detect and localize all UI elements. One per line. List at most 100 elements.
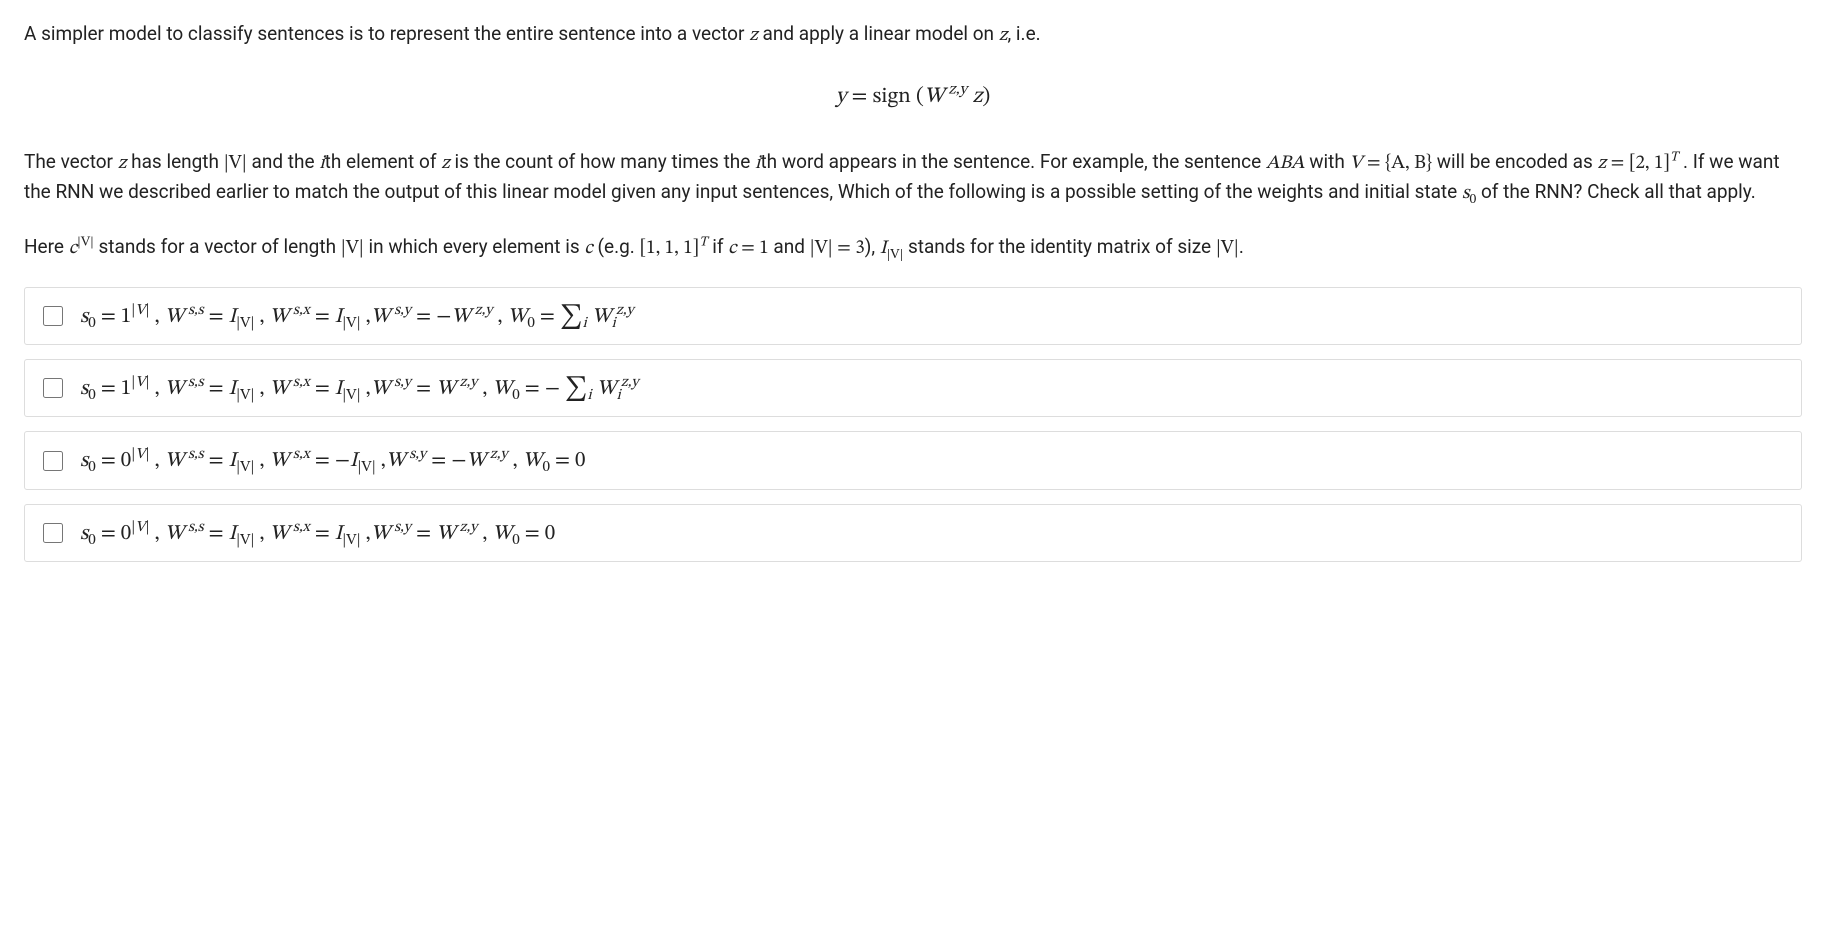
text: The vector [24,150,118,173]
choice-4-expression: s0 = 0|V| , W s,s = I|V| , W s,x = I|V| … [80,515,555,551]
description-paragraph: The vector z has length |V| and the ith … [24,148,1802,209]
eq-close: ) [982,86,990,108]
text: stands for a vector of length [94,235,341,258]
choice-2-expression: s0 = 1|V| , W s,s = I|V| , W s,x = I|V| … [80,370,639,406]
choice-1-expression: s0 = 1|V| , W s,s = I|V| , W s,x = I|V| … [80,298,634,334]
sum-icon: ∑ [565,377,588,401]
Wsy-sup: z,y [471,302,492,318]
var-c: c [728,239,736,258]
sup-absV: |V| [77,236,94,249]
var-I: I [880,239,887,258]
text: th word appears in the sentence. For exa… [760,150,1265,173]
intro-text: and apply a linear model on [758,22,999,45]
Wss: I [229,306,237,327]
Wsx-sub: |V| [342,387,360,403]
Wss-sub: |V| [236,532,254,548]
Wss: I [229,378,237,399]
Wss: I [229,523,237,544]
intro-text: , i.e. [1007,22,1040,45]
var-z: z [441,154,450,173]
Wsy: W [436,523,456,544]
Wsy-sup: z,y [456,519,477,535]
vocab-set: {A, B} [1385,154,1432,173]
vector-literal: [1, 1, 1] [640,239,700,258]
text: in which every element is [364,235,585,258]
Wsx-sub: |V| [342,532,360,548]
abs-V: |V| [341,239,364,258]
Wsx-sub: |V| [342,315,360,331]
Wss-sub: |V| [236,315,254,331]
eq-fn: sign [873,86,911,108]
var-c: c [584,239,592,258]
choice-1-checkbox[interactable] [43,306,63,326]
sub-absV: |V| [887,248,904,261]
notation-paragraph: Here c|V| stands for a vector of length … [24,233,1802,264]
eq-W-sup: z,y [945,81,968,97]
abs-V: |V| [810,239,833,258]
Wsy-sup: z,y [486,446,507,462]
choice-3-expression: s0 = 0|V| , W s,s = I|V| , W s,x = −I|V|… [80,442,585,478]
choice-4-checkbox[interactable] [43,523,63,543]
choice-3-checkbox[interactable] [43,451,63,471]
text: . [1239,235,1244,258]
s0-base: 1 [121,306,131,327]
answer-choices: s0 = 1|V| , W s,s = I|V| , W s,x = I|V| … [24,287,1802,562]
text: is the count of how many times the [450,150,755,173]
Wsy-sup: z,y [456,374,477,390]
s0-base: 0 [121,450,131,471]
var-V: V [1350,154,1363,173]
var-z: z [749,26,758,45]
eq-sign: = [737,239,760,258]
Wsy-sign: − [451,450,466,471]
Wss-sub: |V| [236,460,254,476]
text: and [769,235,810,258]
W0-W: W [592,306,612,327]
Wsx-sub: |V| [357,460,375,476]
Wsx-sign: − [335,450,350,471]
example-sentence: ABA [1266,154,1305,173]
text: th element of [325,150,441,173]
text: (e.g. [593,235,640,258]
literal-three: 3 [855,239,864,258]
s0-base: 1 [121,378,131,399]
eq-lhs: y [836,86,847,108]
intro-paragraph: A simpler model to classify sentences is… [24,20,1802,51]
text: ), [865,235,880,258]
text: with [1305,150,1350,173]
choice-2[interactable]: s0 = 1|V| , W s,s = I|V| , W s,x = I|V| … [24,359,1802,417]
choice-1[interactable]: s0 = 1|V| , W s,s = I|V| , W s,x = I|V| … [24,287,1802,345]
choice-4[interactable]: s0 = 0|V| , W s,s = I|V| , W s,x = I|V| … [24,504,1802,562]
W0-sup: z,y [616,302,634,318]
Wss: I [229,450,237,471]
W0-W: W [597,378,617,399]
abs-V: |V| [1216,239,1239,258]
eq-W: W [924,86,945,108]
Wsy: W [436,378,456,399]
eq-sign: = [1606,154,1629,173]
choice-3[interactable]: s0 = 0|V| , W s,s = I|V| , W s,x = −I|V|… [24,431,1802,489]
eq-sign: = [1362,154,1385,173]
eq-sign: = [833,239,856,258]
W0-sup: z,y [621,374,639,390]
eq-sign: = [846,86,872,108]
s0-base: 0 [121,523,131,544]
eq-open: ( [911,86,924,108]
var-c: c [69,239,77,258]
sum-sub: i [587,387,591,403]
text: if [708,235,729,258]
Wsy: W [466,450,486,471]
Wss-sub: |V| [236,387,254,403]
intro-text: A simpler model to classify sentences is… [24,22,749,45]
text: of the RNN? Check all that apply. [1476,180,1756,203]
text: Here [24,235,69,258]
vector-literal: [2, 1] [1629,154,1670,173]
eq-arg: z [967,86,982,108]
text: and the [247,150,319,173]
text: has length [126,150,223,173]
W0-W: 0 [545,523,555,544]
W0-W: 0 [575,450,585,471]
Wsy: W [451,306,471,327]
choice-2-checkbox[interactable] [43,378,63,398]
literal-one: 1 [759,239,768,258]
transpose-sup: T [699,236,707,249]
